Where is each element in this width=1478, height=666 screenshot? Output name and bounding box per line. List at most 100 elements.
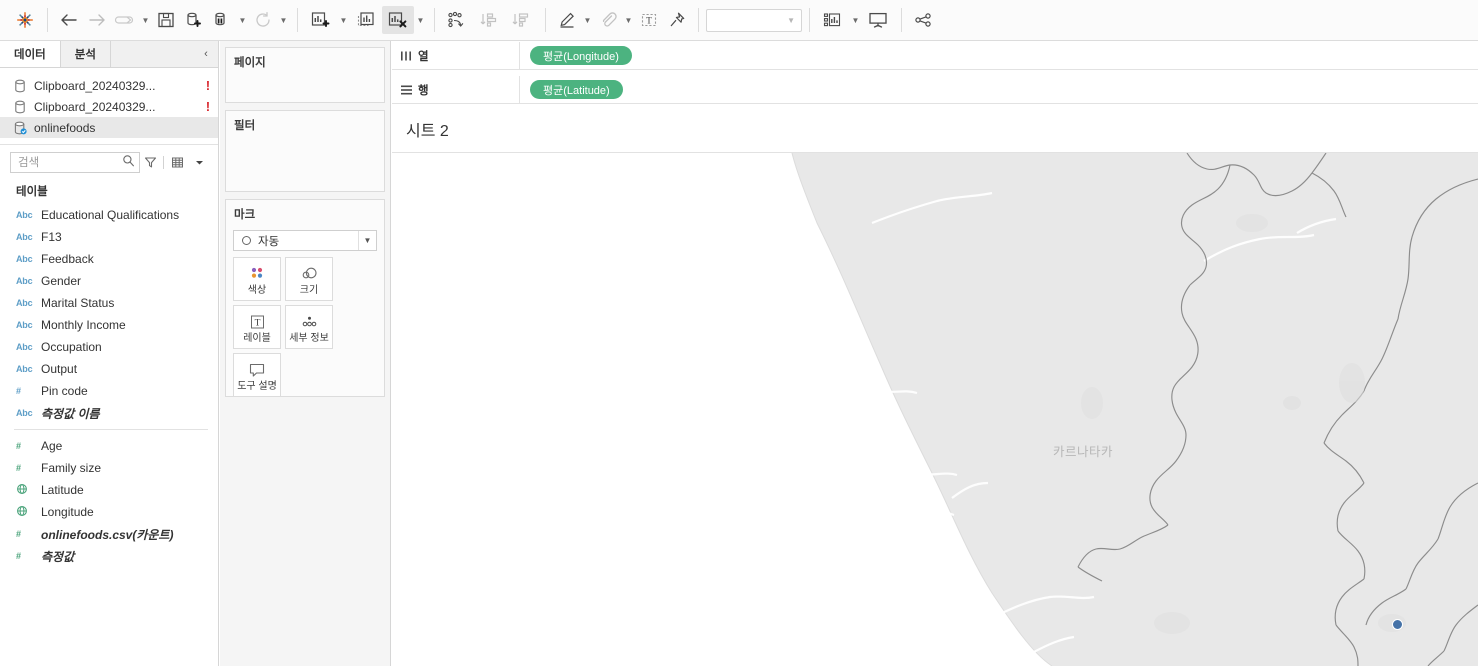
columns-icon [400,50,418,62]
field-pin-code[interactable]: # Pin code [0,380,218,402]
field-group-divider [14,429,208,430]
tab-analytics[interactable]: 분석 [60,41,111,67]
new-data-source-button[interactable] [180,6,208,34]
field-educational-qualifications[interactable]: Abc Educational Qualifications [0,204,218,226]
undo-redo-button[interactable] [111,6,139,34]
duplicate-sheet-button[interactable] [350,6,382,34]
field-family-size[interactable]: # Family size [0,457,218,479]
data-pane-tabs: 데이터 분석 ‹ [0,41,218,68]
warning-icon: ! [205,99,210,114]
rows-shelf-text: 행 [418,84,429,97]
field-type-icon-abc: Abc [16,342,33,352]
toolbar-separator [163,155,165,169]
field-gender[interactable]: Abc Gender [0,270,218,292]
refresh-button[interactable] [249,6,277,34]
size-circles-icon [300,263,319,285]
field-type-icon-hash: # [16,386,21,396]
group-members-button[interactable] [594,6,622,34]
columns-shelf[interactable]: 열 평균(Longitude) [392,42,1478,70]
columns-shelf-label: 열 [392,42,520,69]
new-worksheet-button[interactable] [305,6,337,34]
field-type-icon-abc: Abc [16,276,33,286]
clear-sheet-button[interactable] [382,6,414,34]
chevron-down-icon[interactable] [188,152,210,173]
pill-avg-longitude[interactable]: 평균(Longitude) [530,46,632,65]
field-monthly-income[interactable]: Abc Monthly Income [0,314,218,336]
funnel-icon[interactable] [140,152,162,173]
field-occupation[interactable]: Abc Occupation [0,336,218,358]
toolbar-separator [47,8,48,32]
toolbar-separator [545,8,546,32]
marks-tooltip-button[interactable]: 도구 설명 [233,353,281,397]
field-output[interactable]: Abc Output [0,358,218,380]
refresh-caret-icon[interactable]: ▼ [277,6,290,34]
sheet-title[interactable]: 시트 2 [392,105,1478,153]
marks-type-dropdown[interactable]: 자동 ▼ [233,230,377,251]
show-hide-cards-button[interactable] [817,6,849,34]
pause-updates-caret-icon[interactable]: ▼ [236,6,249,34]
field-measure-names[interactable]: Abc 측정값 이름 [0,402,218,424]
field-age[interactable]: # Age [0,435,218,457]
back-button[interactable] [55,6,83,34]
field-label: Latitude [41,483,84,497]
field-type-icon-hash: # [16,529,21,539]
clear-sheet-caret-icon[interactable]: ▼ [414,6,427,34]
pages-card[interactable]: 페이지 [225,47,385,103]
forward-button[interactable] [83,6,111,34]
sort-descending-button[interactable] [506,6,538,34]
map-data-point[interactable] [1392,619,1403,630]
data-source-name: Clipboard_20240329... [34,78,156,93]
detail-dots-icon [300,311,319,333]
field-type-icon-globe [16,505,41,519]
field-longitude[interactable]: Longitude [0,501,218,523]
field-label: Educational Qualifications [41,208,180,222]
sort-ascending-button[interactable] [474,6,506,34]
pill-avg-latitude[interactable]: 평균(Latitude) [530,80,623,99]
field-latitude[interactable]: Latitude [0,479,218,501]
field-label: Age [41,439,63,453]
toolbar-separator [809,8,810,32]
pause-updates-button[interactable] [208,6,236,34]
toolbar-separator [901,8,902,32]
grid-view-icon[interactable] [166,152,188,173]
field-feedback[interactable]: Abc Feedback [0,248,218,270]
field-label: Gender [41,274,82,288]
marks-detail-button[interactable]: 세부 정보 [285,305,333,349]
data-source-item[interactable]: Clipboard_20240329... ! [0,75,218,96]
data-source-item[interactable]: Clipboard_20240329... ! [0,96,218,117]
chevron-left-icon[interactable]: ‹ [194,41,218,67]
presentation-mode-button[interactable] [862,6,894,34]
fix-axes-pushpin-button[interactable] [663,6,691,34]
highlighter-caret-icon[interactable]: ▼ [581,6,594,34]
rows-shelf[interactable]: 행 평균(Latitude) [392,76,1478,104]
field-label: Marital Status [41,296,115,310]
field-type-icon-hash: # [16,551,21,561]
tableau-logo-icon[interactable] [10,5,40,35]
save-button[interactable] [152,6,180,34]
map-region-label: 카르나타카 [1053,445,1114,459]
new-worksheet-caret-icon[interactable]: ▼ [337,6,350,34]
field-measure-values[interactable]: # 측정값 [0,545,218,567]
field-marital-status[interactable]: Abc Marital Status [0,292,218,314]
field-f13[interactable]: Abc F13 [0,226,218,248]
data-source-item-selected[interactable]: onlinefoods [0,117,218,138]
fit-dropdown[interactable]: ▼ [706,8,802,32]
show-hide-cards-caret-icon[interactable]: ▼ [849,6,862,34]
highlighter-button[interactable] [553,6,581,34]
undo-redo-caret-icon[interactable]: ▼ [139,6,152,34]
tab-data[interactable]: 데이터 [0,41,61,67]
chevron-down-icon[interactable]: ▼ [358,231,376,250]
marks-size-button[interactable]: 크기 [285,257,333,301]
field-onlinefoods-count[interactable]: # onlinefoods.csv(카운트) [0,523,218,545]
marks-label-button[interactable]: T 레이블 [233,305,281,349]
show-mark-labels-button[interactable]: T [635,6,663,34]
map-visualization[interactable]: 카르나타카 [392,153,1478,666]
warning-icon: ! [205,78,210,93]
swap-rows-columns-button[interactable] [442,6,474,34]
search-input[interactable]: 검색 [10,151,140,173]
filters-card[interactable]: 필터 [225,110,385,192]
marks-color-button[interactable]: 색상 [233,257,281,301]
group-members-caret-icon[interactable]: ▼ [622,6,635,34]
share-button[interactable] [909,6,937,34]
rows-icon [400,84,418,96]
